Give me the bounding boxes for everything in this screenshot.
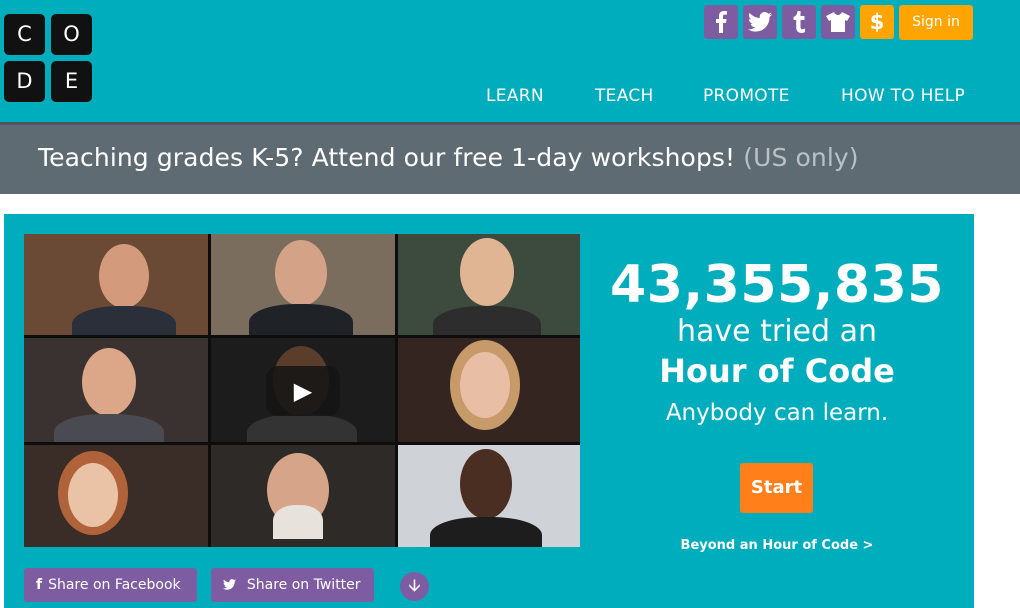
beyond-hour-of-code-link[interactable]: Beyond an Hour of Code > (600, 538, 954, 553)
logo-letter: C (4, 14, 45, 55)
nav-promote[interactable]: PROMOTE (703, 86, 790, 106)
facebook-icon[interactable] (704, 5, 738, 39)
dollar-glyph: $ (869, 10, 885, 34)
tumblr-icon[interactable] (782, 5, 816, 39)
workshop-banner[interactable]: Teaching grades K-5? Attend our free 1-d… (0, 122, 1020, 194)
facebook-icon: f (36, 577, 43, 593)
tried-text: have tried an (676, 314, 877, 349)
participant-count: 43,355,835 (610, 255, 944, 315)
nav-learn[interactable]: LEARN (486, 86, 544, 106)
hour-of-code-stats: 43,355,835 have tried an Hour of Code An… (600, 254, 954, 553)
dollar-icon[interactable]: $ (860, 5, 894, 39)
banner-text: Teaching grades K-5? Attend our free 1-d… (38, 143, 859, 172)
start-button[interactable]: Start (740, 463, 813, 513)
video-thumbnail (398, 234, 580, 335)
play-icon[interactable]: ▶ (266, 366, 340, 416)
logo-letter: E (51, 61, 92, 102)
share-facebook-label: Share on Facebook (48, 577, 181, 593)
video-thumbnail (211, 234, 395, 335)
banner-us-only: (US only) (743, 143, 859, 172)
share-twitter-button[interactable]: Share on Twitter (211, 568, 374, 602)
share-facebook-button[interactable]: f Share on Facebook (24, 568, 197, 602)
logo-letter: D (4, 61, 45, 102)
share-twitter-label: Share on Twitter (246, 577, 361, 593)
arrow-down-icon[interactable]: 🡫 (400, 572, 429, 601)
tagline: Anybody can learn. (665, 400, 889, 426)
twitter-icon (223, 577, 241, 593)
tshirt-icon[interactable] (821, 5, 855, 39)
video-thumbnail (24, 445, 208, 547)
video-thumbnail (24, 234, 208, 335)
video-thumbnail (24, 338, 208, 442)
logo-letter: O (51, 14, 92, 55)
nav-teach[interactable]: TEACH (595, 86, 654, 106)
code-logo[interactable]: C O D E (4, 14, 92, 104)
video-thumbnail (211, 445, 395, 547)
site-header: C O D E $ Sign in LEARN TEACH PROMOTE HO… (0, 0, 1020, 122)
sign-in-button[interactable]: Sign in (899, 5, 973, 40)
hour-of-code-title: Hour of Code (659, 352, 895, 390)
hero-section: ▶ f Share on Facebook Share on Twitter 🡫 … (4, 214, 974, 608)
twitter-icon[interactable] (743, 5, 777, 39)
nav-how-to-help[interactable]: HOW TO HELP (841, 86, 965, 106)
banner-message: Teaching grades K-5? Attend our free 1-d… (38, 143, 736, 172)
video-thumbnail (398, 445, 580, 547)
video-thumbnail (398, 338, 580, 442)
video-player[interactable]: ▶ (24, 234, 580, 547)
